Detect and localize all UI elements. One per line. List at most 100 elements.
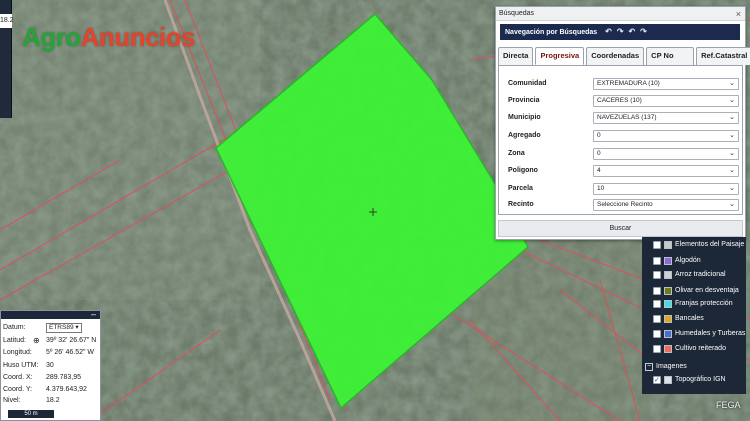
layer-swatch-icon [664, 287, 672, 295]
forward-icon[interactable]: ↷ [640, 24, 647, 40]
layer-item[interactable]: Humedales y Turberas [653, 327, 746, 341]
poligono-value: 4 [597, 167, 601, 174]
coord-x-row: Coord. X: 289.783,95 [3, 373, 101, 383]
layer-swatch-icon [664, 315, 672, 323]
layer-item[interactable]: Cultivo reiterado [653, 342, 746, 356]
poligono-label: Poligono [508, 167, 538, 174]
tab-progresiva[interactable]: Progresiva [535, 47, 585, 65]
search-navigation-title: Navegación por Búsquedas [505, 29, 598, 36]
layer-swatch-icon [664, 241, 672, 249]
coordinates-panel-header: – [1, 309, 100, 319]
layer-checkbox[interactable] [653, 241, 661, 249]
latitude-value: 39º 32' 26.67" N [46, 337, 97, 344]
provincia-select[interactable]: CACERES (10) ⌄ [593, 95, 739, 107]
close-icon[interactable]: × [736, 7, 741, 21]
layer-swatch-icon [664, 300, 672, 308]
layer-label: Arroz tradicional [675, 271, 726, 278]
coord-y-label: Coord. Y: [3, 386, 33, 393]
search-navigation-bar: Navegación por Búsquedas ↶ ↷ ↶ ↷ [500, 24, 740, 40]
search-navigation-icons: ↶ ↷ ↶ ↷ [602, 24, 647, 41]
agregado-value: 0 [597, 132, 601, 139]
form-row-municipio: Municipio NAVEZUELAS (137) ⌄ [499, 112, 744, 126]
form-row-zona: Zona 0 ⌄ [499, 148, 744, 162]
form-row-parcela: Parcela 10 ⌄ [499, 183, 744, 197]
comunidad-value: EXTREMADURA (10) [597, 80, 660, 87]
back-icon[interactable]: ↶ [628, 24, 635, 40]
tab-ref-catastral[interactable]: Ref.Catastral [696, 47, 750, 65]
chevron-down-icon: ⌄ [729, 201, 735, 208]
layer-item[interactable]: Algodón [653, 254, 746, 268]
latitude-label: Latitud: [3, 337, 26, 344]
map-provider-label: FEGA [716, 400, 741, 410]
form-row-provincia: Provincia CACERES (10) ⌄ [499, 95, 744, 109]
search-panel: Búsquedas × Navegación por Búsquedas ↶ ↷… [495, 6, 750, 240]
latitude-row: Latitud: ⊕ 39º 32' 26.67" N [3, 336, 101, 346]
municipio-select[interactable]: NAVEZUELAS (137) ⌄ [593, 112, 739, 124]
layer-swatch-icon [664, 345, 672, 353]
collapse-icon[interactable]: − [645, 363, 653, 371]
tab-coordenadas[interactable]: Coordenadas [586, 47, 645, 65]
chevron-down-icon: ⌄ [729, 132, 735, 139]
longitude-value: 5º 26' 46.52" W [46, 349, 95, 356]
layer-item[interactable]: Franjas protección [653, 297, 746, 311]
undo-icon[interactable]: ↶ [605, 24, 612, 40]
chevron-down-icon: ⌄ [729, 185, 735, 192]
utm-zone-label: Huso UTM: [3, 362, 39, 369]
layer-label: Algodón [675, 257, 701, 264]
layer-group-imagenes[interactable]: − Imagenes [645, 361, 687, 373]
layer-item[interactable]: Topográfico IGN [653, 373, 746, 388]
chevron-down-icon: ⌄ [729, 97, 735, 104]
layer-checkbox[interactable] [653, 257, 661, 265]
chevron-down-icon: ⌄ [729, 80, 735, 87]
municipio-label: Municipio [508, 114, 541, 121]
layer-checkbox[interactable] [653, 374, 661, 388]
layer-swatch-icon [664, 376, 672, 384]
parcela-select[interactable]: 10 ⌄ [593, 183, 739, 195]
layer-label: Bancales [675, 315, 704, 322]
layer-swatch-icon [664, 257, 672, 265]
redo-icon[interactable]: ↷ [617, 24, 624, 40]
left-toolbar: 18.2 [0, 0, 14, 118]
layer-label: Cultivo reiterado [675, 345, 726, 352]
search-form: Comunidad EXTREMADURA (10) ⌄ Provincia CA… [498, 65, 743, 215]
globe-icon[interactable]: ⊕ [33, 336, 40, 346]
search-button[interactable]: Buscar [498, 220, 743, 237]
layer-swatch-icon [664, 330, 672, 338]
layer-item[interactable]: Elementos del Paisaje [653, 238, 746, 252]
layer-checkbox[interactable] [653, 287, 661, 295]
layer-checkbox[interactable] [653, 315, 661, 323]
layer-checkbox[interactable] [653, 330, 661, 338]
poligono-select[interactable]: 4 ⌄ [593, 165, 739, 177]
form-row-agregado: Agregado 0 ⌄ [499, 130, 744, 144]
parcela-label: Parcela [508, 185, 533, 192]
layer-checkbox[interactable] [653, 300, 661, 308]
scale-bar: 50 m [7, 409, 55, 419]
form-row-recinto: Recinto Seleccione Recinto ⌄ [499, 199, 744, 213]
layer-item[interactable]: Olivar en desventaja [653, 284, 746, 298]
recinto-select[interactable]: Seleccione Recinto ⌄ [593, 199, 739, 211]
datum-value: ETRS89 [49, 324, 74, 331]
tab-directa[interactable]: Directa [498, 47, 534, 65]
layer-item[interactable]: Bancales [653, 312, 746, 326]
coord-y-row: Coord. Y: 4.379.643,92 [3, 385, 101, 395]
agroanuncios-logo: AgroAnuncios [22, 22, 196, 53]
longitude-label: Longitud: [3, 349, 32, 356]
layer-item[interactable]: Arroz tradicional [653, 268, 746, 282]
recinto-value: Seleccione Recinto [597, 201, 653, 208]
form-row-comunidad: Comunidad EXTREMADURA (10) ⌄ [499, 78, 744, 92]
recinto-label: Recinto [508, 201, 534, 208]
layer-checkbox[interactable] [653, 345, 661, 353]
longitude-row: Longitud: 5º 26' 46.52" W [3, 348, 101, 358]
parcela-value: 10 [597, 185, 605, 192]
agregado-select[interactable]: 0 ⌄ [593, 130, 739, 142]
layer-checkbox[interactable] [653, 271, 661, 279]
datum-select[interactable]: ETRS89 ▾ [46, 323, 82, 333]
comunidad-select[interactable]: EXTREMADURA (10) ⌄ [593, 78, 739, 90]
layer-label: Elementos del Paisaje [675, 241, 745, 248]
logo-part-anuncios: Anuncios [80, 22, 196, 52]
tab-cp-no-integradas[interactable]: CP No Integradas [646, 47, 695, 76]
datum-row: Datum: ETRS89 ▾ [3, 323, 101, 333]
zona-select[interactable]: 0 ⌄ [593, 148, 739, 160]
provincia-value: CACERES (10) [597, 97, 642, 104]
minimize-icon[interactable]: – [91, 309, 96, 319]
